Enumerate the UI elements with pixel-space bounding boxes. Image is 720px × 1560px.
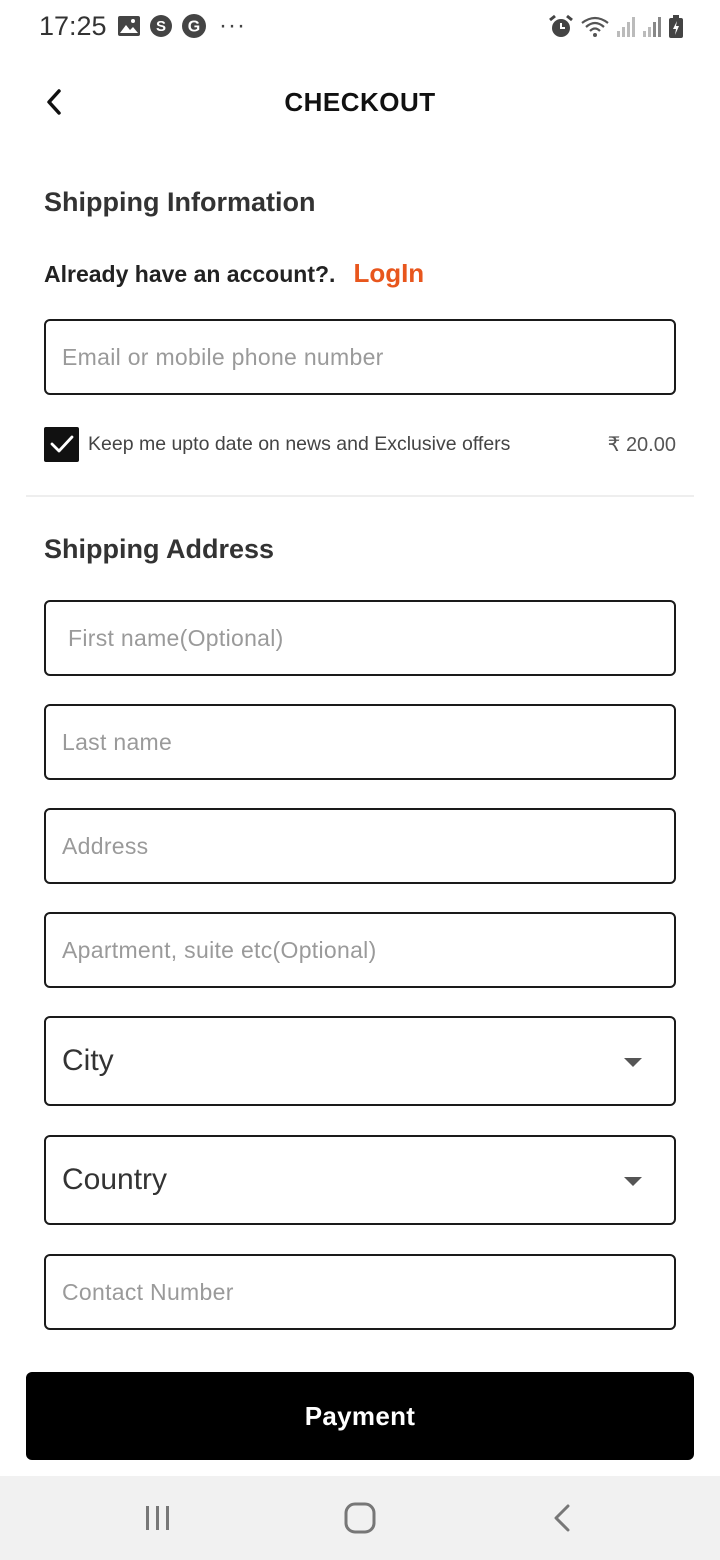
gallery-icon: [117, 15, 141, 37]
signal-icon: [616, 16, 636, 38]
recents-icon: [146, 1506, 169, 1530]
wifi-icon: [580, 15, 610, 39]
home-icon: [344, 1502, 376, 1534]
country-selected-value: Country: [62, 1163, 168, 1196]
recents-button[interactable]: [128, 1496, 188, 1540]
shipping-information-heading: Shipping Information: [44, 187, 316, 217]
login-link[interactable]: LogIn: [353, 258, 424, 289]
google-icon: G: [181, 13, 207, 39]
apartment-placeholder: Apartment, suite etc(Optional): [62, 936, 377, 963]
account-prompt-text: Already have an account?.: [44, 261, 336, 287]
first-name-field[interactable]: First name(Optional): [44, 600, 676, 676]
alarm-icon: [548, 14, 574, 40]
checkout-screen: 17:25 S G ··· CHECKOUT Shipping Informat…: [0, 0, 720, 1560]
more-notifications-icon: ···: [219, 12, 246, 39]
city-selected-value: City: [62, 1044, 114, 1077]
shipping-address-heading: Shipping Address: [44, 534, 275, 564]
last-name-field[interactable]: Last name: [44, 704, 676, 780]
contact-number-field[interactable]: Contact Number: [44, 1254, 676, 1330]
dropdown-arrow-icon: [624, 1177, 642, 1186]
newsletter-row: Keep me upto date on news and Exclusive …: [44, 426, 676, 462]
signal-icon: [642, 16, 662, 38]
last-name-placeholder: Last name: [62, 728, 173, 755]
svg-text:G: G: [188, 19, 200, 36]
checkmark-icon: [50, 435, 73, 453]
account-prompt-row: Already have an account?. LogIn: [44, 258, 424, 289]
back-icon: [554, 1504, 570, 1532]
newsletter-checkbox[interactable]: [44, 426, 79, 462]
country-select[interactable]: Country: [44, 1135, 676, 1225]
skype-icon: S: [149, 14, 173, 38]
header: CHECKOUT: [0, 70, 720, 134]
city-select[interactable]: City: [44, 1016, 676, 1106]
status-system-icons: [542, 14, 684, 40]
battery-charging-icon: [668, 15, 684, 39]
nav-back-button[interactable]: [532, 1496, 592, 1540]
home-button[interactable]: [330, 1496, 390, 1540]
payment-button[interactable]: Payment: [26, 1372, 694, 1460]
dropdown-arrow-icon: [624, 1058, 642, 1067]
status-bar: 17:25 S G ···: [0, 0, 720, 54]
status-notification-icons: S G ···: [117, 13, 254, 39]
apartment-field[interactable]: Apartment, suite etc(Optional): [44, 912, 676, 988]
contact-number-placeholder: Contact Number: [62, 1278, 234, 1305]
svg-text:S: S: [156, 18, 166, 35]
newsletter-label: Keep me upto date on news and Exclusive …: [88, 432, 511, 455]
address-placeholder: Address: [62, 832, 149, 859]
email-placeholder: Email or mobile phone number: [62, 343, 384, 370]
email-field[interactable]: Email or mobile phone number: [44, 319, 676, 395]
first-name-placeholder: First name(Optional): [68, 624, 284, 651]
section-divider: [26, 495, 694, 497]
page-title: CHECKOUT: [284, 87, 436, 117]
status-time: 17:25: [39, 11, 107, 41]
system-nav-bar: [0, 1476, 720, 1560]
address-field[interactable]: Address: [44, 808, 676, 884]
newsletter-price: ₹ 20.00: [607, 433, 676, 456]
